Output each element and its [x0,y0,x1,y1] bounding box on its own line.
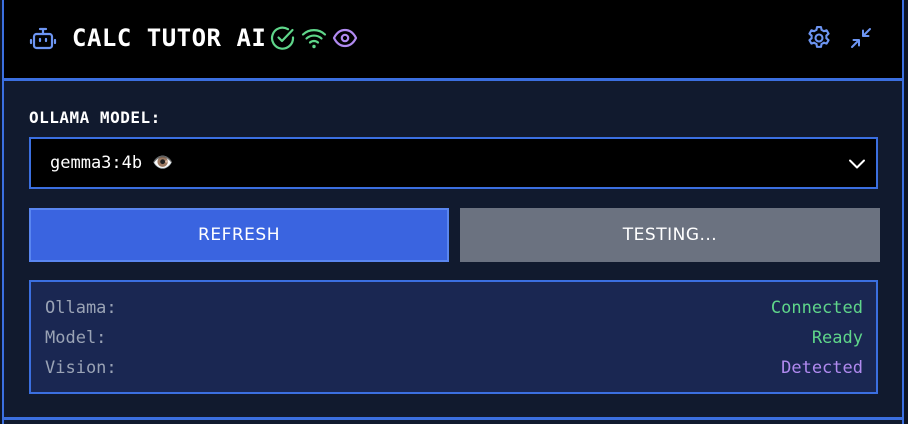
refresh-button[interactable]: REFRESH [29,208,449,262]
status-key: Model: [45,328,107,348]
status-value-connected: Connected [770,298,863,318]
app-title: CALC TUTOR AI [72,24,267,52]
eye-icon [332,28,358,48]
status-row-ollama: Ollama: Connected [45,296,863,320]
model-label: OLLAMA MODEL: [29,108,161,127]
status-box: Ollama: Connected Model: Ready Vision: D… [29,280,878,394]
header-bar: CALC TUTOR AI [4,0,902,81]
wifi-icon [301,29,327,49]
minimize-icon[interactable] [847,24,875,52]
robot-icon [29,27,57,50]
check-circle-icon [270,26,295,50]
testing-button[interactable]: TESTING... [460,208,880,262]
status-key: Ollama: [45,298,117,318]
status-value-ready: Ready [811,328,863,348]
status-key: Vision: [45,358,117,378]
calc-tutor-panel: CALC TUTOR AI OLLAMA MODEL: gemma3:4b 👁️ [2,0,904,424]
gear-icon[interactable] [805,24,833,52]
status-row-vision: Vision: Detected [45,356,863,380]
model-select[interactable]: gemma3:4b 👁️ [29,137,878,189]
bottom-divider [4,417,902,420]
status-row-model: Model: Ready [45,326,863,350]
status-value-detected: Detected [781,358,863,378]
chevron-down-icon[interactable] [846,153,868,175]
model-select-value: gemma3:4b 👁️ [50,153,174,173]
